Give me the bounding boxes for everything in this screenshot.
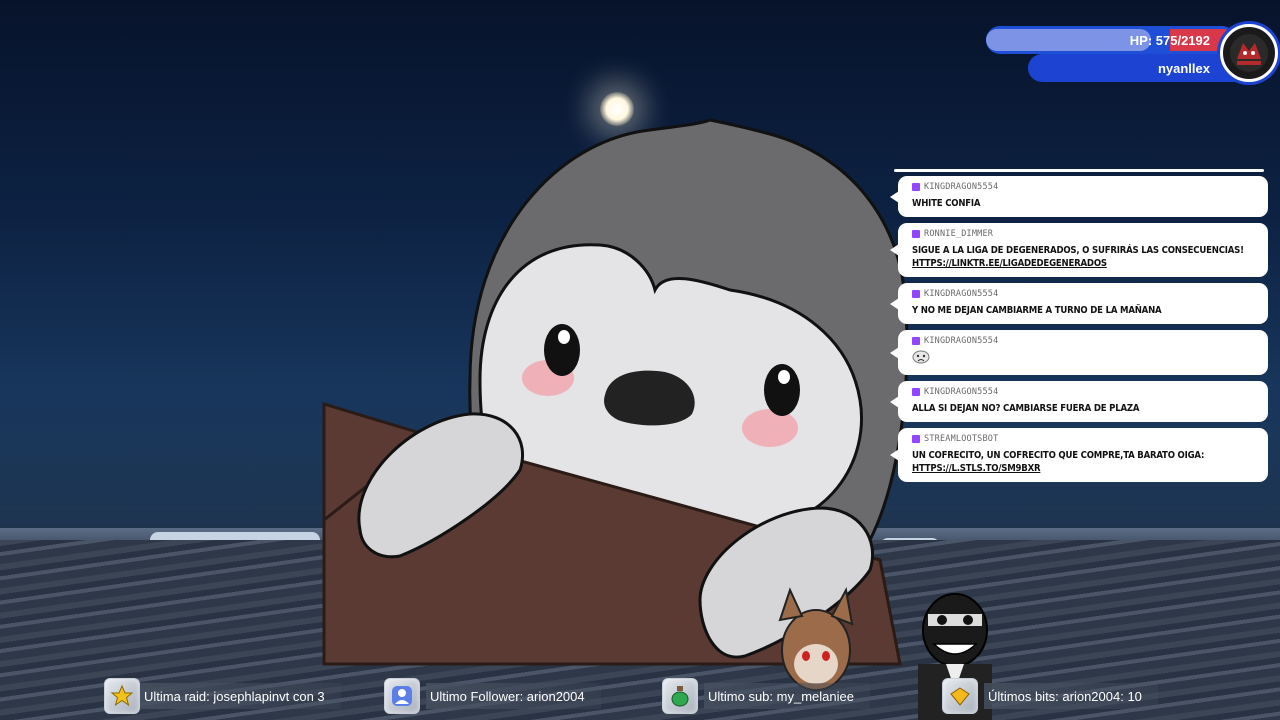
chat-message: streamlootsbot un cofrecito, un cofrecit… [890,428,1268,482]
last-follower-label: Ultimo Follower: arion2004 [426,683,601,709]
user-icon [384,678,420,714]
chat-panel: kingdragon5554 white confia ronnie_dimme… [890,176,1268,488]
chat-username: kingdragon5554 [924,336,999,346]
twitch-icon [912,435,920,443]
last-sub: Ultimo sub: my_melaniee [662,676,870,716]
chat-username: kingdragon5554 [924,387,999,397]
chat-top-line [894,169,1264,172]
twitch-icon [912,230,920,238]
hp-bar-fill [986,29,1151,51]
streamer-avatar [1220,24,1278,82]
chat-message: kingdragon5554 alla si dejan no? cambiar… [890,381,1268,422]
chat-text: alla si dejan no? cambiarse fuera de pla… [912,403,1140,414]
last-bits: Últimos bits: arion2004: 10 [942,676,1158,716]
last-sub-label: Ultimo sub: my_melaniee [704,683,870,709]
diamond-icon [942,678,978,714]
hp-value: HP: 575/2192 [1129,33,1210,48]
last-raid-label: Ultima raid: josephlapinvt con 3 [140,683,341,709]
chat-text: un cofrecito, un cofrecito que compre,ta… [912,450,1205,461]
last-bits-label: Últimos bits: arion2004: 10 [984,683,1158,709]
twitch-icon [912,183,920,191]
potion-icon [662,678,698,714]
twitch-icon [912,337,920,345]
chat-message: kingdragon5554 white confia [890,176,1268,217]
chat-message: ronnie_dimmer sigue a la liga de degener… [890,223,1268,277]
username-bar [1028,54,1250,82]
sad-face-emote-icon [912,350,930,364]
last-raid: Ultima raid: josephlapinvt con 3 [104,676,341,716]
chat-message: kingdragon5554 [890,330,1268,375]
chat-link[interactable]: https://linktr.ee/ligadedegenerados [912,258,1107,269]
chat-username: streamlootsbot [924,434,999,444]
star-icon [104,678,140,714]
chat-username: kingdragon5554 [924,182,999,192]
last-follower: Ultimo Follower: arion2004 [384,676,601,716]
hp-widget: HP: 575/2192 nyanllex [980,22,1278,84]
twitch-icon [912,388,920,396]
twitch-icon [912,290,920,298]
chat-text: y no me dejan cambiarme a turno de la ma… [912,305,1162,316]
bottom-stats-bar: Ultima raid: josephlapinvt con 3 Ultimo … [100,676,1210,716]
chat-text: white confia [912,198,981,209]
chat-message: kingdragon5554 y no me dejan cambiarme a… [890,283,1268,324]
username: nyanllex [1157,61,1210,76]
logo-icon [1230,34,1268,72]
chat-username: ronnie_dimmer [924,229,994,239]
chat-text: sigue a la liga de degenerados, o sufrir… [912,245,1244,256]
chat-link[interactable]: https://l.stls.to/sm9bxr [912,463,1041,474]
chat-username: kingdragon5554 [924,289,999,299]
